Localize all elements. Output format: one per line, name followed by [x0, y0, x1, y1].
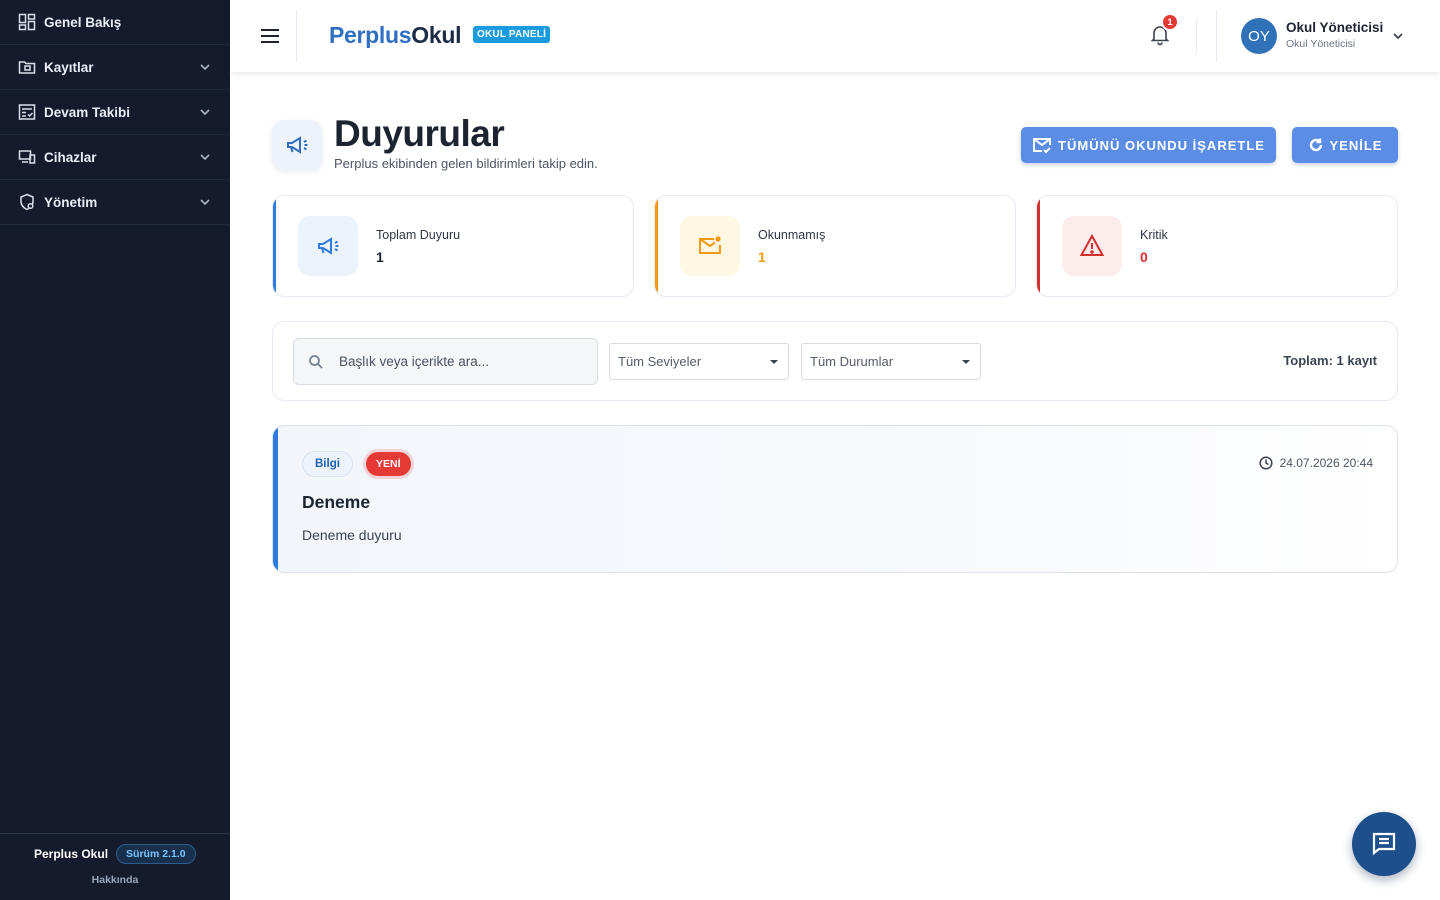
caret-down-icon: [962, 359, 970, 364]
stat-value: 1: [758, 249, 766, 265]
caret-down-icon: [770, 359, 778, 364]
refresh-button[interactable]: YENİLE: [1292, 127, 1398, 163]
folder-icon: [18, 58, 36, 76]
stat-card-critical: Kritik 0: [1036, 195, 1398, 297]
stat-label: Toplam Duyuru: [376, 228, 461, 242]
filter-bar: Tüm Seviyeler Tüm Durumlar Toplam: 1 kay…: [272, 321, 1398, 401]
stat-label: Kritik: [1140, 228, 1168, 242]
announcement-body: Deneme duyuru: [302, 527, 402, 543]
chevron-down-icon: [200, 154, 210, 161]
footer-brand: Perplus Okul: [34, 847, 109, 861]
search-input[interactable]: [339, 354, 579, 369]
page-subtitle: Perplus ekibinden gelen bildirimleri tak…: [334, 156, 598, 171]
user-name[interactable]: Okul Yöneticisi: [1286, 20, 1383, 35]
unread-mail-icon: [680, 216, 740, 276]
stat-card-unread: Okunmamış 1: [654, 195, 1016, 297]
stat-label: Okunmamış: [758, 228, 826, 242]
sidebar-item-kayitlar[interactable]: Kayıtlar: [0, 45, 230, 90]
stat-value: 1: [376, 249, 384, 265]
sidebar-item-cihazlar[interactable]: Cihazlar: [0, 135, 230, 180]
sidebar-item-label: Kayıtlar: [44, 59, 94, 75]
sidebar-item-label: Genel Bakış: [44, 14, 122, 30]
stat-card-total: Toplam Duyuru 1: [272, 195, 634, 297]
sidebar-item-yonetim[interactable]: Yönetim: [0, 180, 230, 225]
announcement-date: 24.07.2026 20:44: [1259, 456, 1373, 470]
notification-count-badge: 1: [1161, 13, 1179, 31]
sidebar-item-genel-bakis[interactable]: Genel Bakış: [0, 0, 230, 45]
chevron-down-icon: [200, 64, 210, 71]
version-badge: Sürüm 2.1.0: [116, 844, 196, 864]
refresh-label: YENİLE: [1329, 137, 1383, 153]
chat-button[interactable]: [1352, 812, 1416, 876]
level-select[interactable]: Tüm Seviyeler: [609, 343, 789, 380]
mark-all-read-label: TÜMÜNÜ OKUNDU İŞARETLE: [1058, 137, 1265, 153]
announcement-title: Deneme: [302, 492, 371, 512]
chevron-down-icon: [200, 109, 210, 116]
sidebar: Genel Bakış Kayıtlar Devam Takibi Cihazl…: [0, 0, 230, 900]
chevron-down-icon[interactable]: [1390, 28, 1406, 44]
admin-shield-icon: [18, 193, 36, 211]
panel-badge: OKUL PANELİ: [473, 26, 551, 43]
about-link[interactable]: Hakkında: [0, 874, 230, 886]
sidebar-item-label: Yönetim: [44, 194, 98, 210]
menu-toggle-button[interactable]: [258, 24, 282, 48]
mark-all-read-button[interactable]: TÜMÜNÜ OKUNDU İŞARETLE: [1021, 127, 1276, 163]
new-badge: YENİ: [366, 452, 411, 476]
announcement-card[interactable]: Bilgi YENİ 24.07.2026 20:44 Deneme Denem…: [272, 425, 1398, 573]
header-divider: [1216, 10, 1217, 62]
mail-check-icon: [1033, 138, 1052, 154]
app-logo[interactable]: PerplusOkul: [329, 22, 461, 49]
sidebar-footer: Perplus Okul Sürüm 2.1.0 Hakkında: [0, 833, 230, 900]
search-icon: [309, 354, 323, 369]
status-select[interactable]: Tüm Durumlar: [801, 343, 981, 380]
megaphone-icon: [298, 216, 358, 276]
level-select-value: Tüm Seviyeler: [618, 354, 702, 369]
clock-icon: [1259, 456, 1273, 470]
dashboard-icon: [18, 13, 36, 31]
sidebar-item-devam-takibi[interactable]: Devam Takibi: [0, 90, 230, 135]
sidebar-item-label: Devam Takibi: [44, 104, 131, 120]
top-header: PerplusOkul OKUL PANELİ 1 OY Okul Yöneti…: [230, 0, 1440, 72]
page-title: Duyurular: [334, 113, 505, 154]
stat-value: 0: [1140, 249, 1148, 265]
level-badge: Bilgi: [302, 451, 353, 477]
attendance-icon: [18, 103, 36, 121]
user-role: Okul Yöneticisi: [1286, 38, 1356, 50]
status-select-value: Tüm Durumlar: [810, 354, 894, 369]
total-count: Toplam: 1 kayıt: [1283, 353, 1377, 368]
devices-icon: [18, 148, 36, 166]
chevron-down-icon: [200, 199, 210, 206]
megaphone-icon: [272, 120, 322, 170]
header-divider: [296, 10, 297, 62]
chat-icon: [1372, 832, 1396, 856]
warning-icon: [1062, 216, 1122, 276]
refresh-icon: [1309, 138, 1322, 152]
avatar[interactable]: OY: [1241, 18, 1277, 54]
search-box[interactable]: [293, 338, 598, 385]
sidebar-item-label: Cihazlar: [44, 149, 97, 165]
header-divider: [1196, 20, 1197, 54]
